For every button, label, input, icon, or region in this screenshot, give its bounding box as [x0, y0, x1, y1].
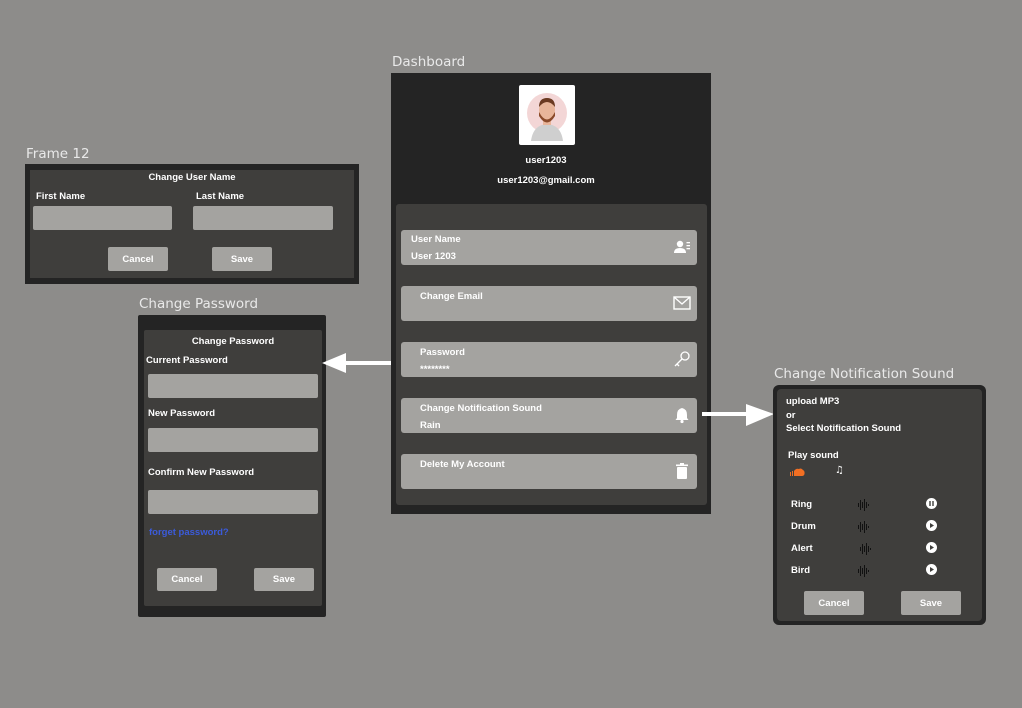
card-value: User 1203	[411, 251, 456, 262]
card-value: ********	[420, 364, 450, 375]
save-button[interactable]: Save	[212, 247, 272, 271]
change-username-title: Change User Name	[148, 172, 236, 183]
waveform-icon	[858, 499, 869, 511]
play-icon[interactable]	[926, 542, 937, 553]
cancel-button[interactable]: Cancel	[157, 568, 217, 591]
waveform-icon	[858, 565, 869, 577]
save-button[interactable]: Save	[901, 591, 961, 615]
mail-icon	[673, 296, 691, 310]
play-icon[interactable]	[926, 564, 937, 575]
music-note-icon[interactable]: ♫	[835, 465, 844, 476]
first-name-label: First Name	[36, 191, 86, 202]
forget-password-link[interactable]: forget password?	[149, 527, 229, 538]
settings-card-username[interactable]: User Name User 1203	[401, 230, 697, 265]
dashboard-email: user1203@gmail.com	[497, 175, 595, 186]
sound-name: Ring	[791, 499, 813, 510]
card-label: User Name	[411, 234, 461, 245]
notification-sound-frame: upload MP3 or Select Notification Sound …	[773, 385, 986, 625]
select-sound-label: Select Notification Sound	[786, 423, 902, 434]
sound-name: Drum	[791, 521, 816, 532]
play-icon[interactable]	[926, 520, 937, 531]
settings-card-email[interactable]: Change Email	[401, 286, 697, 321]
settings-panel: User Name User 1203 Change Email Passwor…	[396, 204, 707, 505]
card-label: Change Notification Sound	[420, 403, 542, 414]
change-password-panel: Change Password Current Password New Pas…	[144, 330, 322, 606]
frame12-label: Frame 12	[26, 146, 90, 162]
avatar[interactable]	[519, 85, 575, 145]
change-password-frame: Change Password Current Password New Pas…	[138, 315, 326, 617]
current-password-label: Current Password	[146, 355, 228, 366]
trash-icon	[676, 463, 688, 479]
dashboard-frame: user1203 user1203@gmail.com User Name Us…	[391, 73, 711, 514]
waveform-icon	[858, 521, 869, 533]
upload-mp3-link[interactable]: upload MP3	[786, 396, 839, 407]
or-text: or	[786, 410, 796, 421]
change-password-frame-label: Change Password	[139, 296, 259, 312]
arrow-left-icon	[322, 353, 398, 373]
sound-name: Bird	[791, 565, 810, 576]
first-name-input[interactable]	[33, 206, 172, 230]
new-password-input[interactable]	[148, 428, 318, 452]
confirm-password-label: Confirm New Password	[148, 467, 255, 478]
settings-card-delete-account[interactable]: Delete My Account	[401, 454, 697, 489]
card-label: Change Email	[420, 291, 483, 302]
change-username-panel: Change User Name First Name Last Name Ca…	[30, 170, 354, 278]
pause-icon[interactable]	[926, 498, 937, 509]
last-name-label: Last Name	[196, 191, 245, 202]
change-username-frame: Change User Name First Name Last Name Ca…	[25, 164, 359, 284]
settings-card-notification[interactable]: Change Notification Sound Rain	[401, 398, 697, 433]
key-icon	[674, 351, 690, 367]
last-name-input[interactable]	[193, 206, 333, 230]
dashboard-frame-label: Dashboard	[392, 54, 466, 70]
confirm-password-input[interactable]	[148, 490, 318, 514]
cancel-button[interactable]: Cancel	[108, 247, 168, 271]
change-password-title: Change Password	[191, 336, 275, 347]
bell-icon	[675, 408, 689, 424]
dashboard-username: user1203	[525, 155, 567, 166]
current-password-input[interactable]	[148, 374, 318, 398]
user-card-icon	[674, 240, 690, 253]
waveform-icon	[860, 543, 871, 555]
sound-name: Alert	[791, 543, 813, 554]
card-value: Rain	[420, 420, 441, 431]
arrow-right-icon	[702, 404, 774, 426]
notification-sound-panel: upload MP3 or Select Notification Sound …	[777, 389, 982, 621]
card-label: Password	[420, 347, 465, 358]
save-button[interactable]: Save	[254, 568, 314, 591]
user-avatar-icon	[527, 93, 567, 141]
cancel-button[interactable]: Cancel	[804, 591, 864, 615]
play-sound-label: Play sound	[788, 450, 839, 461]
soundcloud-icon[interactable]	[789, 467, 805, 477]
card-label: Delete My Account	[420, 459, 505, 470]
settings-card-password[interactable]: Password ********	[401, 342, 697, 377]
notification-frame-label: Change Notification Sound	[774, 366, 955, 382]
new-password-label: New Password	[148, 408, 216, 419]
